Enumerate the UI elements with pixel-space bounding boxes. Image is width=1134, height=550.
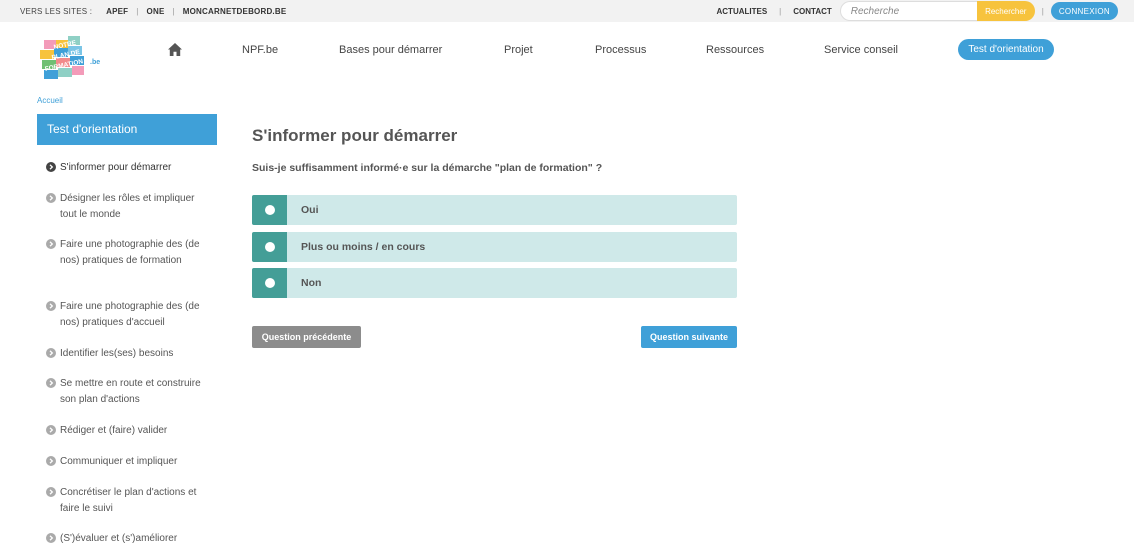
sidebar-item-communiquer[interactable]: Communiquer et impliquer (46, 454, 206, 470)
sites-links: VERS LES SITES : APEF | ONE | MONCARNETD… (20, 0, 286, 22)
utility-links: ACTUALITES | CONTACT Rechercher | CONNEX… (717, 0, 1118, 22)
actualites-link[interactable]: ACTUALITES (717, 7, 768, 16)
separator: | (136, 6, 139, 16)
radio-dot-icon (264, 278, 275, 288)
search-button[interactable]: Rechercher (976, 1, 1035, 21)
chevron-right-circle-icon (46, 456, 56, 466)
search-input[interactable] (839, 1, 977, 21)
answer-option-oui[interactable]: Oui (252, 195, 737, 225)
home-icon[interactable] (168, 43, 182, 56)
sidebar-item-concretiser[interactable]: Concrétiser le plan d'actions et faire l… (46, 485, 206, 516)
sidebar-item-besoins[interactable]: Identifier les(ses) besoins (46, 346, 206, 362)
sidebar-item-label: Communiquer et impliquer (60, 456, 178, 467)
sidebar-item-label: Faire une photographie des (de nos) prat… (60, 239, 200, 266)
question-text: Suis-je suffisamment informé·e sur la dé… (252, 162, 603, 174)
contact-link[interactable]: CONTACT (793, 7, 832, 16)
sidebar-item-rediger[interactable]: Rédiger et (faire) valider (46, 423, 206, 439)
previous-question-button[interactable]: Question précédente (252, 326, 361, 348)
sidebar-item-evaluer[interactable]: (S')évaluer et (s')améliorer (46, 531, 206, 547)
chevron-right-circle-icon (46, 162, 56, 172)
sidebar-item-label: Désigner les rôles et impliquer tout le … (60, 193, 195, 220)
sidebar-item-label: (S')évaluer et (s')améliorer (60, 533, 178, 544)
page-title: S'informer pour démarrer (252, 126, 458, 145)
sidebar-item-photo-accueil[interactable]: Faire une photographie des (de nos) prat… (46, 299, 206, 330)
answer-option-non[interactable]: Non (252, 268, 737, 298)
sidebar-item-designer[interactable]: Désigner les rôles et impliquer tout le … (46, 191, 206, 222)
radio-box[interactable] (252, 268, 287, 298)
search-form: Recherche r (839, 1, 1035, 21)
chevron-right-circle-icon (46, 193, 56, 203)
sidebar-item-label: Identifier les(ses) besoins (60, 348, 174, 359)
answer-label: Plus ou moins / en cours (301, 241, 426, 253)
nav-item-service-conseil[interactable]: Service conseil (824, 38, 898, 62)
site-link-apef[interactable]: APEF (106, 7, 128, 16)
top-utility-bar: VERS LES SITES : APEF | ONE | MONCARNETD… (0, 0, 1134, 22)
sidebar-item-label: Concrétiser le plan d'actions et faire l… (60, 487, 197, 514)
chevron-right-circle-icon (46, 301, 56, 311)
separator: | (1041, 6, 1044, 16)
chevron-right-circle-icon (46, 425, 56, 435)
nav-item-ressources[interactable]: Ressources (706, 38, 764, 62)
search-button-label: Rechercher (985, 6, 1027, 16)
sidebar-item-label: Faire une photographie des (de nos) prat… (60, 301, 200, 328)
chevron-right-circle-icon (46, 348, 56, 358)
sidebar-item-label: S'informer pour démarrer (60, 162, 172, 173)
site-link-one[interactable]: ONE (147, 7, 165, 16)
chevron-right-circle-icon (46, 487, 56, 497)
nav-item-bases[interactable]: Bases pour démarrer (339, 38, 442, 62)
chevron-right-circle-icon (46, 239, 56, 249)
answer-label: Non (301, 277, 322, 289)
site-link-moncarnetdebord[interactable]: MONCARNETDEBORD.BE (183, 7, 287, 16)
radio-dot-icon (264, 242, 275, 252)
radio-dot-icon (264, 205, 275, 215)
next-question-button[interactable]: Question suivante (641, 326, 737, 348)
nav-item-projet[interactable]: Projet (504, 38, 533, 62)
connexion-button[interactable]: CONNEXION (1050, 2, 1118, 20)
separator: | (779, 6, 782, 16)
sidebar-title[interactable]: Test d'orientation (37, 114, 217, 145)
answer-label: Oui (301, 204, 319, 216)
nav-item-processus[interactable]: Processus (595, 38, 646, 62)
sites-label: VERS LES SITES : (20, 6, 93, 16)
answer-option-plus-ou-moins[interactable]: Plus ou moins / en cours (252, 232, 737, 262)
separator: | (172, 6, 175, 16)
sidebar-item-en-route[interactable]: Se mettre en route et construire son pla… (46, 376, 206, 407)
chevron-right-circle-icon (46, 378, 56, 388)
radio-box[interactable] (252, 232, 287, 262)
test-orientation-button[interactable]: Test d'orientation (958, 39, 1054, 60)
radio-box[interactable] (252, 195, 287, 225)
sidebar-item-informer[interactable]: S'informer pour démarrer (46, 160, 206, 176)
sidebar-item-photo-formation[interactable]: Faire une photographie des (de nos) prat… (46, 237, 206, 268)
chevron-right-circle-icon (46, 533, 56, 543)
sidebar-item-label: Se mettre en route et construire son pla… (60, 378, 201, 405)
nav-item-npf[interactable]: NPF.be (242, 38, 278, 62)
sidebar-item-label: Rédiger et (faire) valider (60, 425, 168, 436)
breadcrumb-home[interactable]: Accueil (37, 96, 63, 105)
